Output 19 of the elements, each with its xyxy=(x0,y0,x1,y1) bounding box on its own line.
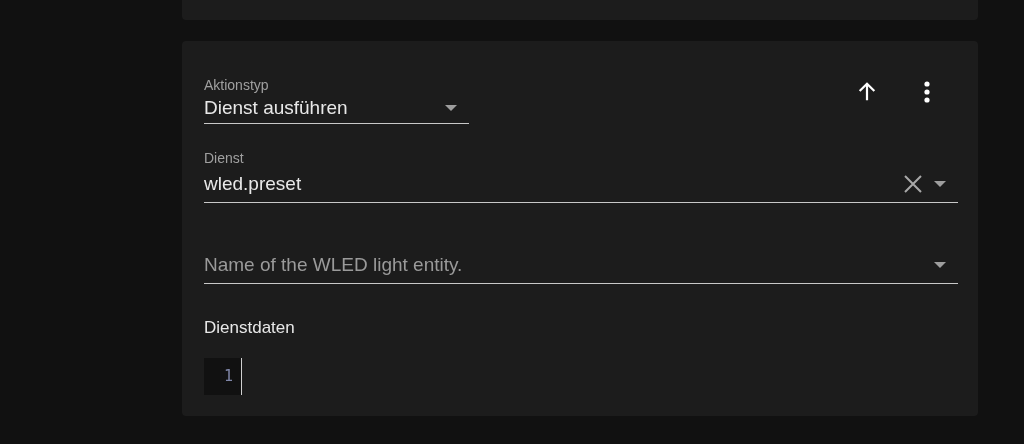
clear-icon[interactable] xyxy=(904,175,922,193)
code-editor[interactable]: 1 xyxy=(204,358,958,395)
service-field[interactable]: Dienst wled.preset xyxy=(204,150,958,203)
entity-input[interactable]: Name of the WLED light entity. xyxy=(204,254,922,276)
more-menu-button[interactable] xyxy=(924,81,930,103)
section-title: Dienstdaten xyxy=(204,318,296,338)
text-cursor xyxy=(241,358,242,395)
field-label: Dienst xyxy=(204,150,245,166)
field-value: Dienst ausführen xyxy=(204,97,349,119)
arrow-up-icon xyxy=(856,81,878,103)
field-value: wled.preset xyxy=(204,173,303,195)
action-type-select[interactable]: Aktionstyp Dienst ausführen xyxy=(204,77,469,124)
dropdown-caret-icon[interactable] xyxy=(934,262,946,268)
move-up-button[interactable] xyxy=(856,81,878,103)
field-label: Aktionstyp xyxy=(204,77,270,93)
dropdown-caret-icon[interactable] xyxy=(934,181,946,187)
more-vertical-icon xyxy=(924,81,930,103)
line-number: 1 xyxy=(204,358,241,395)
dropdown-caret-icon[interactable] xyxy=(445,105,457,111)
